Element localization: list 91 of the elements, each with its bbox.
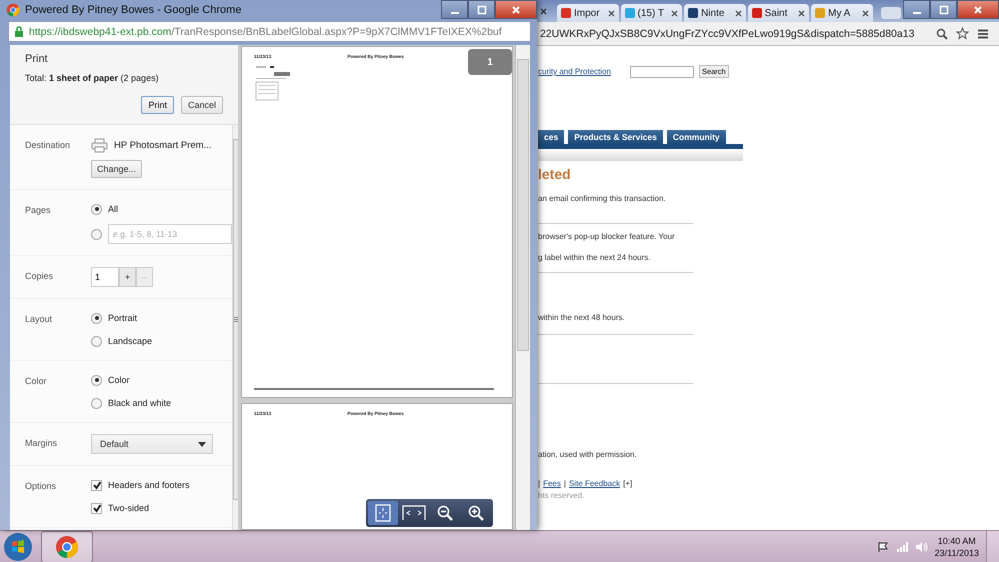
body-text: g label within the next 24 hours. [538,253,651,262]
search-field[interactable] [630,66,694,78]
taskbar-app-button[interactable] [41,531,93,562]
maximize-icon[interactable] [468,0,495,19]
menu-icon[interactable] [977,28,989,40]
radio-button[interactable] [91,336,102,346]
option-label[interactable]: Headers and footers [108,480,190,490]
security-link[interactable]: curity and Protection [538,67,611,76]
close-icon[interactable] [671,10,678,16]
setting-label: Layout [25,313,54,326]
fit-page-icon [375,504,391,522]
close-icon[interactable] [957,0,999,19]
close-icon[interactable] [734,10,742,16]
copyright-text: hts reserved. [538,491,584,500]
zoom-out-icon [437,505,453,521]
close-icon[interactable] [798,10,806,16]
footer-link[interactable]: Fees [543,479,561,488]
star-icon[interactable] [956,27,969,40]
dialog-button[interactable]: Print [141,96,174,114]
copies-field[interactable]: 1 [91,267,119,287]
option-label[interactable]: Two-sided [108,503,150,513]
print-title: Print [25,53,49,65]
printer-name: HP Photosmart Prem... [114,140,212,151]
expand-link[interactable]: [+] [623,479,632,488]
address-bar[interactable]: https://ibdswebp41-ext.pb.com/TranResponse/BnBLabelGlobal.aspx?P=9pX7ClMMV1FTeIXEX%2buf [8,21,531,42]
caret-icon [198,442,206,446]
close-icon[interactable] [495,0,537,19]
preview-scrollbar[interactable] [515,45,530,530]
separator-text: | [564,479,566,488]
url-text: https://ibdswebp41-ext.pb.com/TranResponse/BnBLabelGlobal.aspx?P=9pX7ClMMV1FTeIXEX%2buf [29,26,502,38]
page-number-badge: 1 [468,49,512,75]
browser-tab[interactable]: My A [811,4,873,22]
radio-button[interactable] [91,374,102,386]
grip-icon [234,317,238,322]
minimize-icon[interactable] [441,0,468,19]
option-label[interactable]: Portrait [108,313,138,323]
setting-label: Color [25,375,48,388]
close-icon[interactable] [608,10,615,16]
checkbox[interactable] [91,480,102,490]
change-button[interactable]: Change... [91,160,142,178]
clock[interactable]: 10:40 AM 23/11/2013 [934,535,979,559]
nav-tab[interactable]: Products & Services [568,130,663,144]
page-range-field[interactable]: e.g. 1-5, 8, 11-13 [108,224,232,244]
close-icon[interactable] [540,8,547,14]
body-text: ation, used with permission. [538,450,637,459]
radio-button[interactable] [91,398,102,408]
footer-link[interactable]: Site Feedback [568,479,620,488]
radio-button[interactable] [91,312,102,324]
minimize-icon[interactable] [903,0,930,19]
maximize-icon[interactable] [930,0,957,19]
printer-icon [91,138,108,153]
browser-tab[interactable]: Saint [748,4,810,22]
chrome-icon [55,535,79,559]
search-icon[interactable] [936,28,948,40]
setting-label: Destination [25,139,72,152]
option-label[interactable]: All [108,204,118,214]
checkbox[interactable] [91,502,102,514]
increment-button[interactable]: + [119,267,136,287]
radio-button[interactable] [91,228,102,240]
dialog-button[interactable]: Cancel [180,96,223,114]
shipping-label-drawing [254,64,292,102]
option-label[interactable]: Black and white [108,398,172,408]
sheet-total-text: Total: 1 sheet of paper (2 pages) [25,73,160,83]
window-title: Powered By Pitney Bowes - Google Chrome [25,4,242,16]
body-text: within the next 48 hours. [538,313,625,322]
setting-label: Copies [25,270,54,283]
option-label[interactable]: Landscape [108,336,152,346]
zoom-in-icon [468,505,484,521]
body-text: browser's pop-up blocker feature. Your [538,232,675,241]
setting-label: Margins [25,437,58,450]
radio-button[interactable] [91,204,102,214]
lock-icon [14,26,24,38]
nav-tab[interactable]: Community [666,130,726,144]
url-text[interactable]: 22UWKRxPyQJxSB8C9VxUngFrZYcc9VXfPeLwo919gS&dispatch=5885d80a13 [540,28,928,40]
option-label[interactable]: Color [108,375,130,385]
fit-width-icon [402,505,426,521]
margins-dropdown[interactable]: Default [91,434,213,454]
chrome-icon [6,3,20,17]
browser-tab[interactable]: Impor [557,4,619,22]
nav-tab[interactable]: ces [538,130,564,144]
flag-icon[interactable] [876,541,889,553]
separator-text: | [538,479,540,488]
scrollbar[interactable] [232,125,238,530]
start-icon[interactable] [3,532,33,562]
body-text: an email confirming this transaction. [538,194,666,203]
setting-label: Pages [25,204,52,217]
setting-label: Options [25,480,58,493]
browser-tab[interactable]: (15) T [620,4,682,22]
browser-tab[interactable]: Ninte [684,4,746,22]
close-icon[interactable] [862,10,869,16]
page-heading: leted [538,166,571,182]
